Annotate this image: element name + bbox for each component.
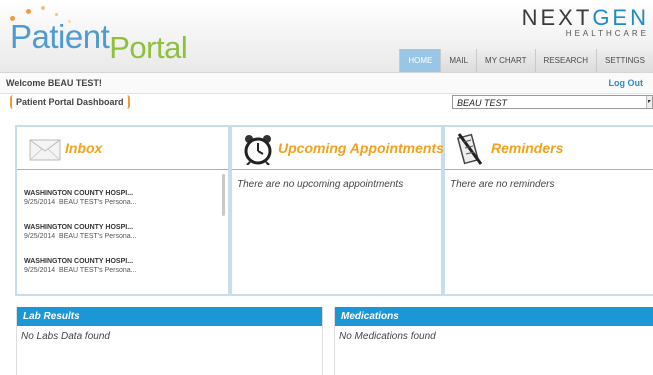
inbox-scrollbar[interactable] [222,174,225,216]
main-nav: HOME MAIL MY CHART RESEARCH SETTINGS [399,49,653,72]
reminders-title: Reminders [491,140,564,156]
medications-title: Medications [335,307,653,326]
message-subject: BEAU TEST's Persona... [59,233,137,240]
appointments-empty-text: There are no upcoming appointments [237,179,404,190]
appointments-header: Upcoming Appointments [232,127,444,170]
breadcrumb-bar: Patient Portal Dashboard BEAU TEST ▾ [0,93,653,113]
envelope-icon [29,139,61,161]
lab-results-empty-text: No Labs Data found [21,331,110,342]
inbox-title: Inbox [65,140,103,156]
reminders-header: Reminders [445,127,653,170]
brand-gen: GEN [592,5,649,30]
welcome-bar: Welcome BEAU TEST! Log Out [0,72,653,94]
reminders-panel: Reminders There are no reminders [443,125,653,296]
lab-results-section: Lab Results No Labs Data found [16,307,323,375]
appointments-panel: Upcoming Appointments There are no upcom… [230,125,444,296]
message-from: WASHINGTON COUNTY HOSPI... [24,190,134,197]
patient-select-value: BEAU TEST [457,98,508,108]
reminders-empty-text: There are no reminders [450,179,555,190]
message-date: 9/25/2014 [24,233,56,240]
tab-settings[interactable]: SETTINGS [595,49,653,72]
medications-section: Medications No Medications found [334,307,653,375]
tab-my-chart[interactable]: MY CHART [476,49,535,72]
patient-portal-logo[interactable]: PatientPortal [10,18,188,65]
logo-word-patient: Patient [10,18,110,55]
alarm-clock-icon [244,135,272,165]
message-from: WASHINGTON COUNTY HOSPI... [24,258,134,265]
app-header: PatientPortal NEXTGEN HEALTHCARE HOME MA… [0,0,653,72]
message-subject: BEAU TEST's Persona... [59,199,137,206]
tab-mail[interactable]: MAIL [440,49,477,72]
welcome-text: Welcome BEAU TEST! [6,78,102,88]
logo-word-portal: Portal [109,30,188,65]
appointments-title: Upcoming Appointments [278,140,444,156]
breadcrumb: Patient Portal Dashboard [10,95,130,109]
lab-results-title: Lab Results [17,307,322,326]
message-date: 9/25/2014 [24,267,56,274]
logout-link[interactable]: Log Out [609,78,644,88]
nextgen-brand-logo: NEXTGEN HEALTHCARE [522,7,649,39]
tab-research[interactable]: RESEARCH [534,49,596,72]
brand-subtitle: HEALTHCARE [565,29,649,38]
inbox-header: Inbox [17,127,228,170]
inbox-message[interactable]: WASHINGTON COUNTY HOSPI... 9/25/2014 BEA… [24,224,194,240]
inbox-panel: Inbox WASHINGTON COUNTY HOSPI... 9/25/20… [15,125,230,296]
message-date: 9/25/2014 [24,199,56,206]
message-from: WASHINGTON COUNTY HOSPI... [24,224,134,231]
chevron-down-icon[interactable]: ▾ [646,96,652,108]
tab-home[interactable]: HOME [399,49,441,72]
reminder-scroll-icon [456,133,483,165]
medications-empty-text: No Medications found [339,331,436,342]
inbox-message[interactable]: WASHINGTON COUNTY HOSPI... 9/25/2014 BEA… [24,258,194,274]
patient-select[interactable]: BEAU TEST ▾ [452,95,653,109]
inbox-message[interactable]: WASHINGTON COUNTY HOSPI... 9/25/2014 BEA… [24,190,194,206]
message-subject: BEAU TEST's Persona... [59,267,137,274]
brand-next: NEXT [521,5,593,30]
